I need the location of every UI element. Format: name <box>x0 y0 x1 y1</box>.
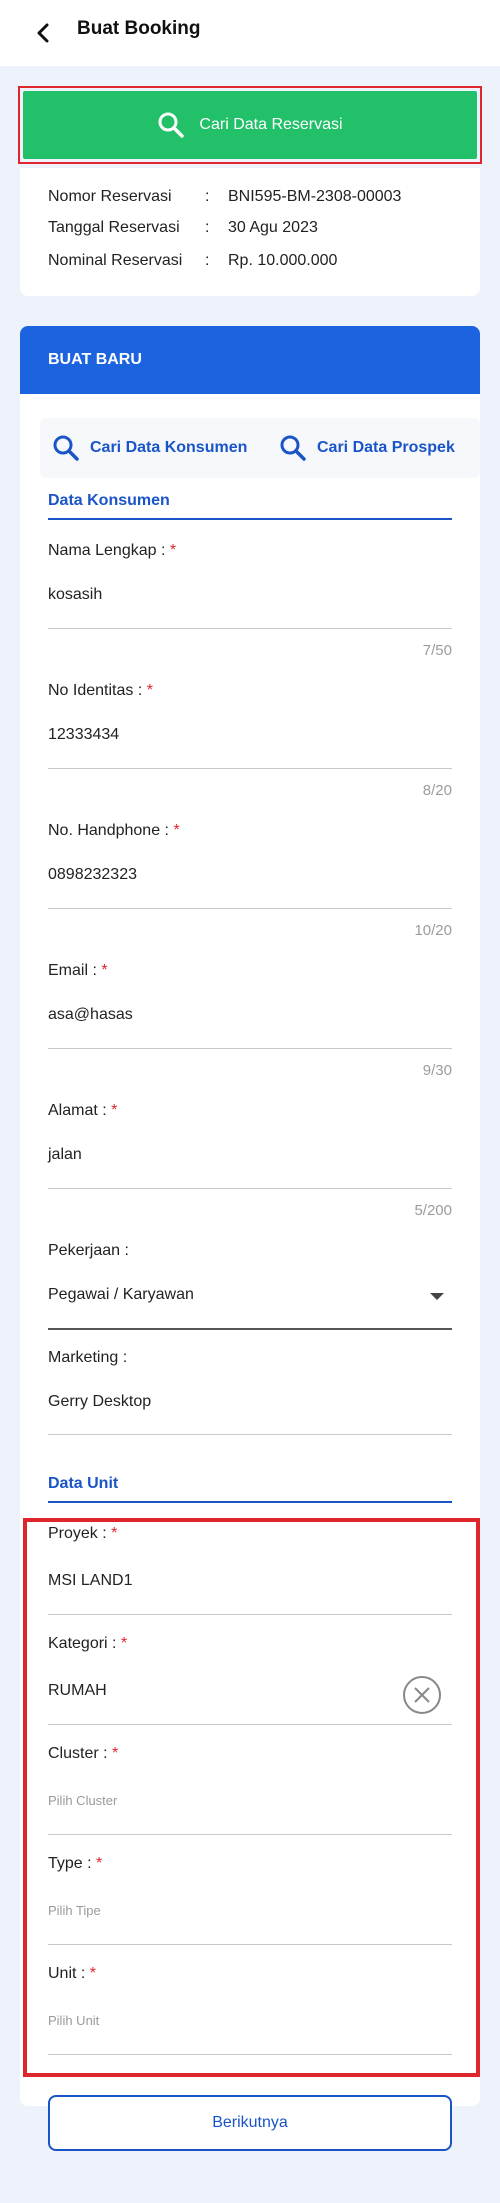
input-underline <box>48 1434 452 1435</box>
search-reservation-label: Cari Data Reservasi <box>199 116 343 133</box>
search-consumer-label: Cari Data Konsumen <box>90 439 248 456</box>
search-icon <box>53 435 79 461</box>
required-asterisk: * <box>89 1965 97 1982</box>
input-underline <box>48 1944 452 1945</box>
unit-label-text: Unit : <box>48 1965 86 1982</box>
address-label: Alamat : * <box>48 1102 117 1120</box>
separator: : <box>205 252 210 269</box>
close-icon <box>414 1687 430 1703</box>
phone-label: No. Handphone : * <box>48 822 180 840</box>
phone-label-text: No. Handphone : <box>48 822 169 839</box>
input-underline <box>48 908 452 909</box>
divider <box>48 518 452 520</box>
chevron-left-icon <box>37 23 49 43</box>
cluster-label: Cluster : * <box>48 1745 118 1763</box>
reservation-date-label: Tanggal Reservasi <box>48 219 180 236</box>
category-label: Kategori : * <box>48 1635 127 1653</box>
required-asterisk: * <box>169 542 177 559</box>
required-asterisk: * <box>120 1635 128 1652</box>
name-label: Nama Lengkap : * <box>48 542 176 560</box>
unit-label: Unit : * <box>48 1965 96 1983</box>
required-asterisk: * <box>111 1102 118 1119</box>
required-asterisk: * <box>101 962 108 979</box>
app-bar: Buat Booking <box>0 0 500 66</box>
project-label-text: Proyek : <box>48 1525 107 1542</box>
marketing-label: Marketing : <box>48 1349 128 1366</box>
dropdown-arrow-icon[interactable] <box>430 1293 444 1300</box>
id-number-input[interactable]: 12333434 <box>48 726 119 744</box>
back-button[interactable] <box>28 18 58 48</box>
category-select[interactable]: RUMAH <box>48 1682 107 1700</box>
search-prospect-button[interactable]: Cari Data Prospek <box>279 418 455 478</box>
reservation-date-value: 30 Agu 2023 <box>228 219 318 236</box>
search-icon <box>158 112 185 138</box>
required-asterisk: * <box>112 1745 119 1762</box>
email-label-text: Email : <box>48 962 97 979</box>
input-underline <box>48 1188 452 1189</box>
id-number-label-text: No Identitas : <box>48 682 143 699</box>
reservation-row: Tanggal Reservasi : 30 Agu 2023 <box>48 219 318 237</box>
input-underline <box>48 2054 452 2055</box>
project-select[interactable]: MSI LAND1 <box>48 1572 132 1590</box>
required-asterisk: * <box>96 1855 103 1872</box>
marketing-value: Gerry Desktop <box>48 1393 152 1410</box>
search-icon <box>280 435 306 461</box>
reservation-row: Nomor Reservasi : BNI595-BM-2308-00003 <box>48 188 401 206</box>
email-input[interactable]: asa@hasas <box>48 1006 133 1024</box>
unit-select[interactable]: Pilih Unit <box>48 2013 99 2028</box>
search-reservation-highlight: Cari Data Reservasi <box>18 86 482 164</box>
phone-input[interactable]: 0898232323 <box>48 866 137 884</box>
reservation-amount-value: Rp. 10.000.000 <box>228 252 338 269</box>
address-counter: 5/200 <box>414 1202 452 1219</box>
search-consumer-button[interactable]: Cari Data Konsumen <box>52 418 247 478</box>
address-label-text: Alamat : <box>48 1102 107 1119</box>
reservation-info-card: Nomor Reservasi : BNI595-BM-2308-00003 T… <box>20 168 480 296</box>
input-underline <box>48 628 452 629</box>
reservation-amount-label: Nominal Reservasi <box>48 252 183 269</box>
cluster-select[interactable]: Pilih Cluster <box>48 1793 117 1808</box>
name-input[interactable]: kosasih <box>48 586 102 604</box>
clear-button[interactable] <box>403 1676 441 1714</box>
email-counter: 9/30 <box>422 1062 452 1079</box>
separator: : <box>205 219 210 236</box>
input-underline <box>48 1834 452 1835</box>
separator: : <box>205 188 210 205</box>
occupation-select[interactable]: Pegawai / Karyawan <box>48 1286 194 1304</box>
next-button[interactable]: Berikutnya <box>48 2095 452 2151</box>
input-underline <box>48 768 452 769</box>
reservation-number-value: BNI595-BM-2308-00003 <box>228 188 402 205</box>
id-number-counter: 8/20 <box>422 782 452 799</box>
required-asterisk: * <box>146 682 153 699</box>
type-select[interactable]: Pilih Tipe <box>48 1903 101 1918</box>
email-label: Email : * <box>48 962 108 980</box>
required-asterisk: * <box>173 822 180 839</box>
name-label-text: Nama Lengkap : <box>48 542 166 559</box>
address-input[interactable]: jalan <box>48 1146 82 1164</box>
search-prospect-label: Cari Data Prospek <box>317 439 455 456</box>
input-underline <box>48 1614 452 1615</box>
required-asterisk: * <box>111 1525 118 1542</box>
divider <box>48 1501 452 1503</box>
form-header: BUAT BARU <box>20 326 480 394</box>
reservation-number-label: Nomor Reservasi <box>48 188 172 205</box>
project-label: Proyek : * <box>48 1525 117 1543</box>
occupation-label: Pekerjaan : <box>48 1242 129 1259</box>
type-label-text: Type : <box>48 1855 92 1872</box>
input-underline <box>48 1048 452 1049</box>
type-label: Type : * <box>48 1855 102 1873</box>
search-reservation-button[interactable]: Cari Data Reservasi <box>23 91 477 159</box>
category-label-text: Kategori : <box>48 1635 117 1652</box>
reservation-row: Nominal Reservasi : Rp. 10.000.000 <box>48 252 337 270</box>
lookup-row: Cari Data Konsumen Cari Data Prospek <box>40 418 480 478</box>
input-underline <box>48 1328 452 1330</box>
page-title: Buat Booking <box>77 18 201 39</box>
input-underline <box>48 1724 452 1725</box>
phone-counter: 10/20 <box>414 922 452 939</box>
section-title-consumer: Data Konsumen <box>48 492 170 509</box>
section-title-unit: Data Unit <box>48 1475 119 1492</box>
id-number-label: No Identitas : * <box>48 682 153 700</box>
booking-form-card: BUAT BARU Cari Data Konsumen Cari Data P… <box>20 326 480 2106</box>
name-counter: 7/50 <box>422 642 452 659</box>
cluster-label-text: Cluster : <box>48 1745 108 1762</box>
